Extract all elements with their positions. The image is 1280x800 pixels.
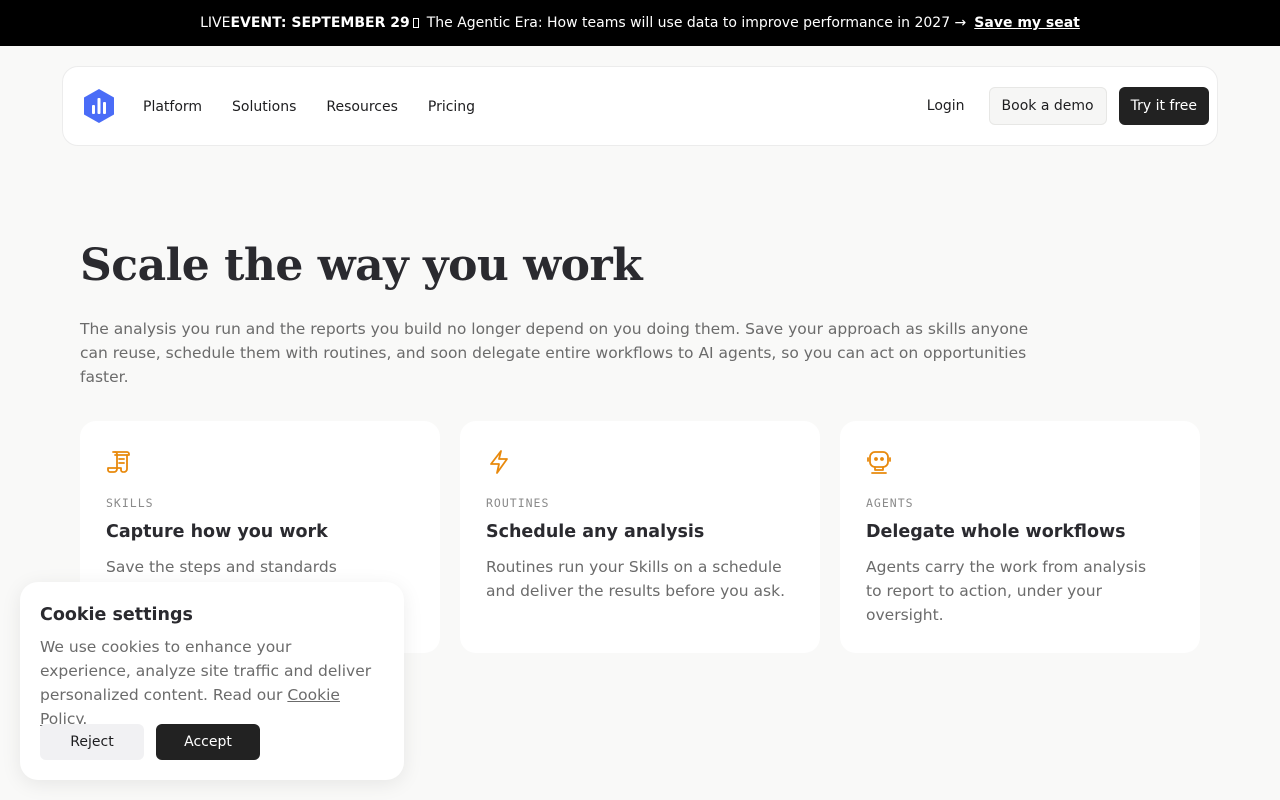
announcement-banner: LIVE EVENT: SEPTEMBER 29 The Agentic Era… <box>0 0 1280 46</box>
nav-solutions[interactable]: Solutions <box>232 99 296 115</box>
try-free-button[interactable]: Try it free <box>1118 87 1209 125</box>
feature-card-agents: AGENTS Delegate whole workflows Agents c… <box>840 421 1200 653</box>
card-kicker: AGENTS <box>866 496 914 510</box>
card-title: Delegate whole workflows <box>866 522 1126 542</box>
book-demo-button[interactable]: Book a demo <box>988 87 1107 125</box>
feature-card-routines: ROUTINES Schedule any analysis Routines … <box>460 421 820 653</box>
card-kicker: ROUTINES <box>486 496 550 510</box>
banner-prefix: LIVE <box>200 15 231 31</box>
nav-platform[interactable]: Platform <box>143 99 202 115</box>
hero-title: Scale the way you work <box>80 240 643 291</box>
reject-cookies-button[interactable]: Reject <box>40 724 144 760</box>
card-description: Routines run your Skills on a schedule a… <box>486 558 785 600</box>
cookie-title: Cookie settings <box>40 605 193 625</box>
nav-pricing[interactable]: Pricing <box>428 99 475 115</box>
top-navigation: Platform Solutions Resources Pricing Log… <box>62 66 1218 146</box>
nav-resources[interactable]: Resources <box>326 99 398 115</box>
logo-icon[interactable] <box>83 88 115 124</box>
nav-actions: Login Book a demo Try it free <box>927 87 1209 125</box>
robot-icon <box>867 451 891 474</box>
nav-links: Platform Solutions Resources Pricing <box>143 67 505 147</box>
lightning-icon <box>490 450 508 474</box>
banner-headline: The Agentic Era: How teams will use data… <box>426 15 967 31</box>
hero-subtitle: The analysis you run and the reports you… <box>80 320 1029 386</box>
login-link[interactable]: Login <box>927 98 965 114</box>
card-description: Save the steps and standards <box>106 558 337 576</box>
cookie-dialog: Cookie settings We use cookies to enhanc… <box>20 582 404 780</box>
card-kicker: SKILLS <box>106 496 154 510</box>
scroll-icon <box>107 451 130 473</box>
accept-cookies-button[interactable]: Accept <box>156 724 260 760</box>
banner-event-date: EVENT: SEPTEMBER 29 <box>230 15 410 31</box>
card-title: Schedule any analysis <box>486 522 705 542</box>
card-title: Capture how you work <box>106 522 328 542</box>
save-my-seat-link[interactable]: Save my seat <box>974 15 1080 31</box>
card-description: Agents carry the work from analysis to r… <box>866 558 1147 624</box>
separator-glyph-icon <box>412 18 419 28</box>
cookie-body: We use cookies to enhance your experienc… <box>40 635 385 731</box>
